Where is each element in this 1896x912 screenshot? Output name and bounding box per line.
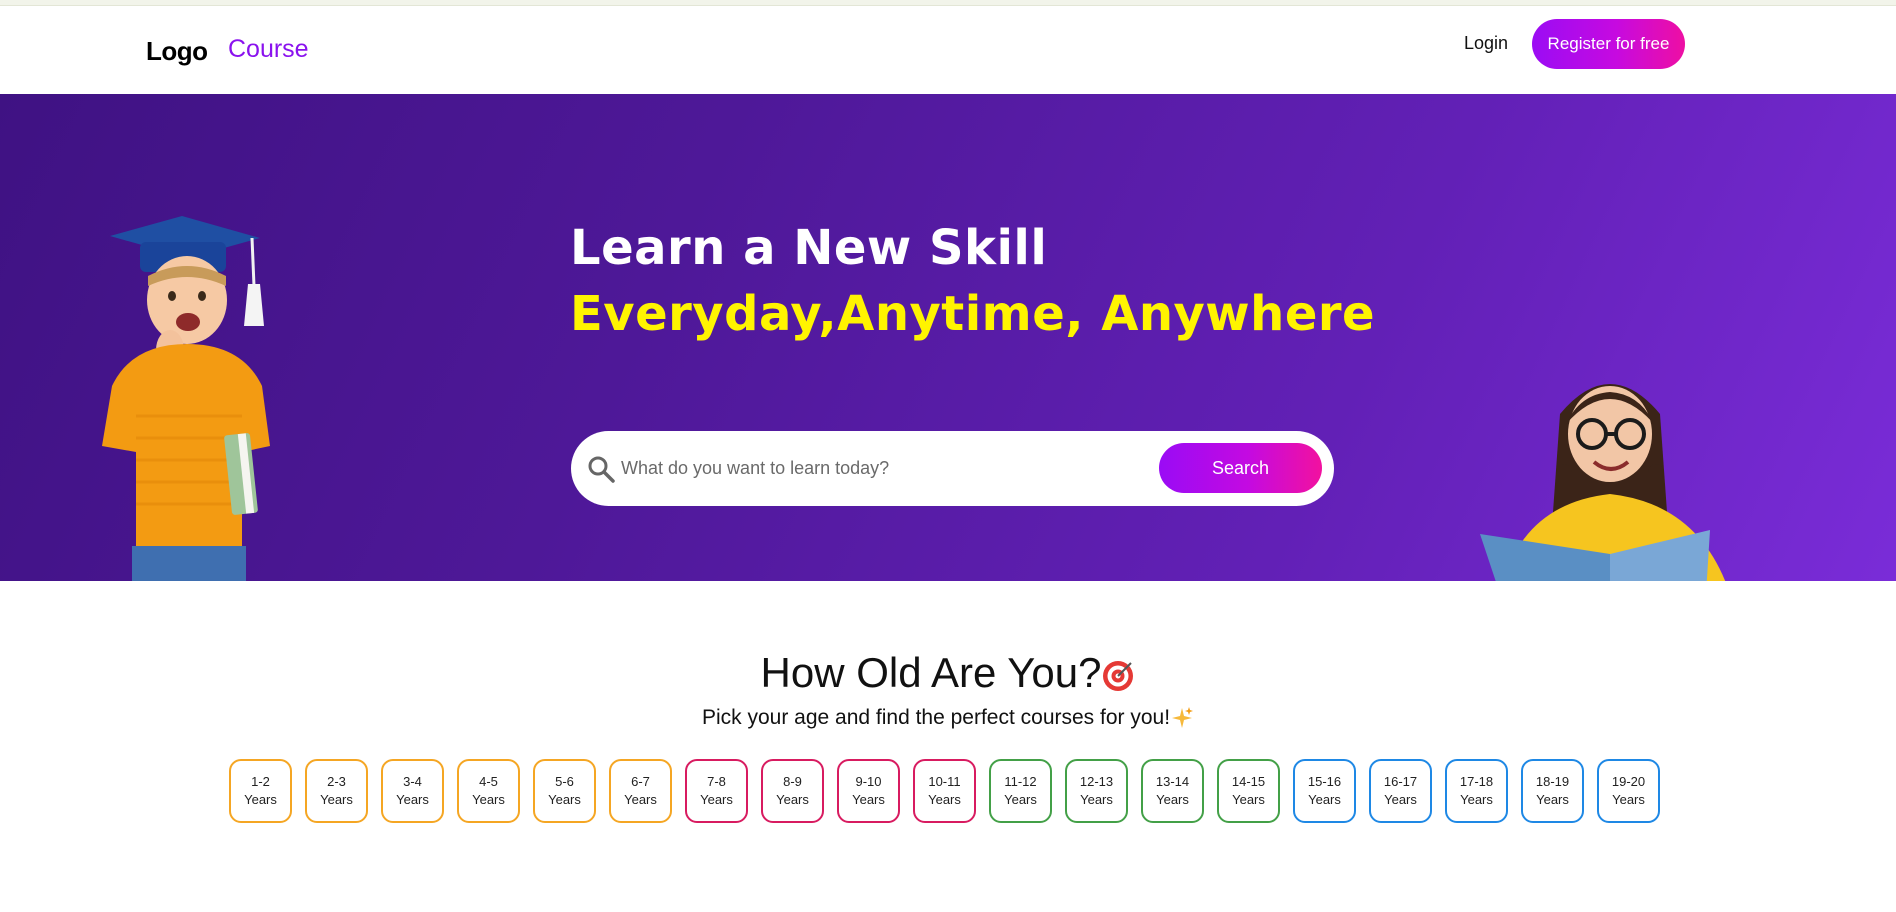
- register-button[interactable]: Register for free: [1532, 19, 1685, 69]
- site-logo[interactable]: Logo: [146, 36, 208, 67]
- age-chip-range: 7-8: [707, 774, 726, 789]
- age-chip[interactable]: 7-8 Years: [685, 759, 748, 823]
- age-chip-unit: Years: [1308, 792, 1341, 807]
- age-chip[interactable]: 16-17 Years: [1369, 759, 1432, 823]
- age-chip-grid: 1-2 Years 2-3 Years 3-4 Years 4-5 Years 5-6 Years…: [229, 759, 1669, 825]
- age-chip-range: 12-13: [1079, 774, 1114, 789]
- age-chip[interactable]: 5-6 Years: [533, 759, 596, 823]
- age-chip-range: 2-3: [327, 774, 346, 789]
- sparkles-icon: [1172, 707, 1194, 729]
- age-chip-range: 4-5: [479, 774, 498, 789]
- age-chip-range: 11-12: [1004, 774, 1037, 789]
- age-chip[interactable]: 10-11 Years: [913, 759, 976, 823]
- age-chip-unit: Years: [472, 792, 505, 807]
- age-chip-range: 9-10: [855, 774, 882, 789]
- age-chip-range: 10-11: [928, 774, 961, 789]
- age-chip[interactable]: 11-12 Years: [989, 759, 1052, 823]
- age-chip-unit: Years: [396, 792, 429, 807]
- age-chip-unit: Years: [1536, 792, 1569, 807]
- age-chip[interactable]: 1-2 Years: [229, 759, 292, 823]
- age-chip[interactable]: 14-15 Years: [1217, 759, 1280, 823]
- age-chip-range: 17-18: [1459, 774, 1494, 789]
- age-chip-range: 5-6: [555, 774, 574, 789]
- age-subtitle-row: Pick your age and find the perfect cours…: [0, 706, 1896, 730]
- girl-reading-image: [1480, 384, 1726, 581]
- age-chip[interactable]: 17-18 Years: [1445, 759, 1508, 823]
- login-link[interactable]: Login: [1464, 33, 1508, 54]
- search-icon: [588, 456, 615, 483]
- hero-banner: Learn a New Skill Everyday,Anytime, Anyw…: [0, 94, 1896, 581]
- age-chip[interactable]: 18-19 Years: [1521, 759, 1584, 823]
- age-chip[interactable]: 3-4 Years: [381, 759, 444, 823]
- age-chip-range: 13-14: [1155, 774, 1190, 789]
- age-chip-unit: Years: [1080, 792, 1113, 807]
- age-chip-range: 3-4: [403, 774, 422, 789]
- hero-headline: Learn a New Skill: [570, 220, 1048, 276]
- age-chip-unit: Years: [852, 792, 885, 807]
- hero-subline: Everyday,Anytime, Anywhere: [570, 286, 1376, 342]
- target-icon: [1103, 660, 1134, 691]
- age-chip-unit: Years: [1460, 792, 1493, 807]
- age-chip[interactable]: 9-10 Years: [837, 759, 900, 823]
- age-chip[interactable]: 15-16 Years: [1293, 759, 1356, 823]
- age-chip-range: 1-2: [251, 774, 270, 789]
- age-chip[interactable]: 19-20 Years: [1597, 759, 1660, 823]
- age-chip-range: 6-7: [631, 774, 650, 789]
- age-chip-unit: Years: [624, 792, 657, 807]
- nav-link-course[interactable]: Course: [228, 35, 309, 64]
- site-header: Logo Course Login Register for free: [0, 6, 1896, 94]
- age-chip-unit: Years: [1612, 792, 1645, 807]
- age-chip-unit: Years: [928, 792, 961, 807]
- age-chip-range: 14-15: [1231, 774, 1266, 789]
- age-chip[interactable]: 4-5 Years: [457, 759, 520, 823]
- age-chip[interactable]: 12-13 Years: [1065, 759, 1128, 823]
- age-chip-range: 16-17: [1383, 774, 1418, 789]
- age-chip-unit: Years: [1232, 792, 1265, 807]
- age-chip-range: 15-16: [1307, 774, 1342, 789]
- search-button[interactable]: Search: [1159, 443, 1322, 493]
- age-chip-unit: Years: [776, 792, 809, 807]
- age-chip-unit: Years: [320, 792, 353, 807]
- age-chip-unit: Years: [548, 792, 581, 807]
- boy-graduate-image: [102, 216, 270, 581]
- age-chip-unit: Years: [1156, 792, 1189, 807]
- age-subtitle: Pick your age and find the perfect cours…: [701, 706, 1171, 729]
- age-chip-range: 18-19: [1535, 774, 1570, 789]
- age-chip[interactable]: 8-9 Years: [761, 759, 824, 823]
- search-input[interactable]: [621, 449, 1141, 487]
- age-chip-range: 19-20: [1611, 774, 1646, 789]
- age-picker-section: How Old Are You? Pick your age and find …: [0, 581, 1896, 912]
- age-chip[interactable]: 2-3 Years: [305, 759, 368, 823]
- age-chip-unit: Years: [700, 792, 733, 807]
- age-chip[interactable]: 6-7 Years: [609, 759, 672, 823]
- age-chip[interactable]: 13-14 Years: [1141, 759, 1204, 823]
- age-title-row: How Old Are You?: [0, 649, 1896, 697]
- age-chip-unit: Years: [244, 792, 277, 807]
- age-title: How Old Are You?: [760, 649, 1102, 696]
- age-chip-unit: Years: [1384, 792, 1417, 807]
- age-chip-unit: Years: [1004, 792, 1037, 807]
- search-bar: Search: [571, 431, 1334, 506]
- age-chip-range: 8-9: [783, 774, 802, 789]
